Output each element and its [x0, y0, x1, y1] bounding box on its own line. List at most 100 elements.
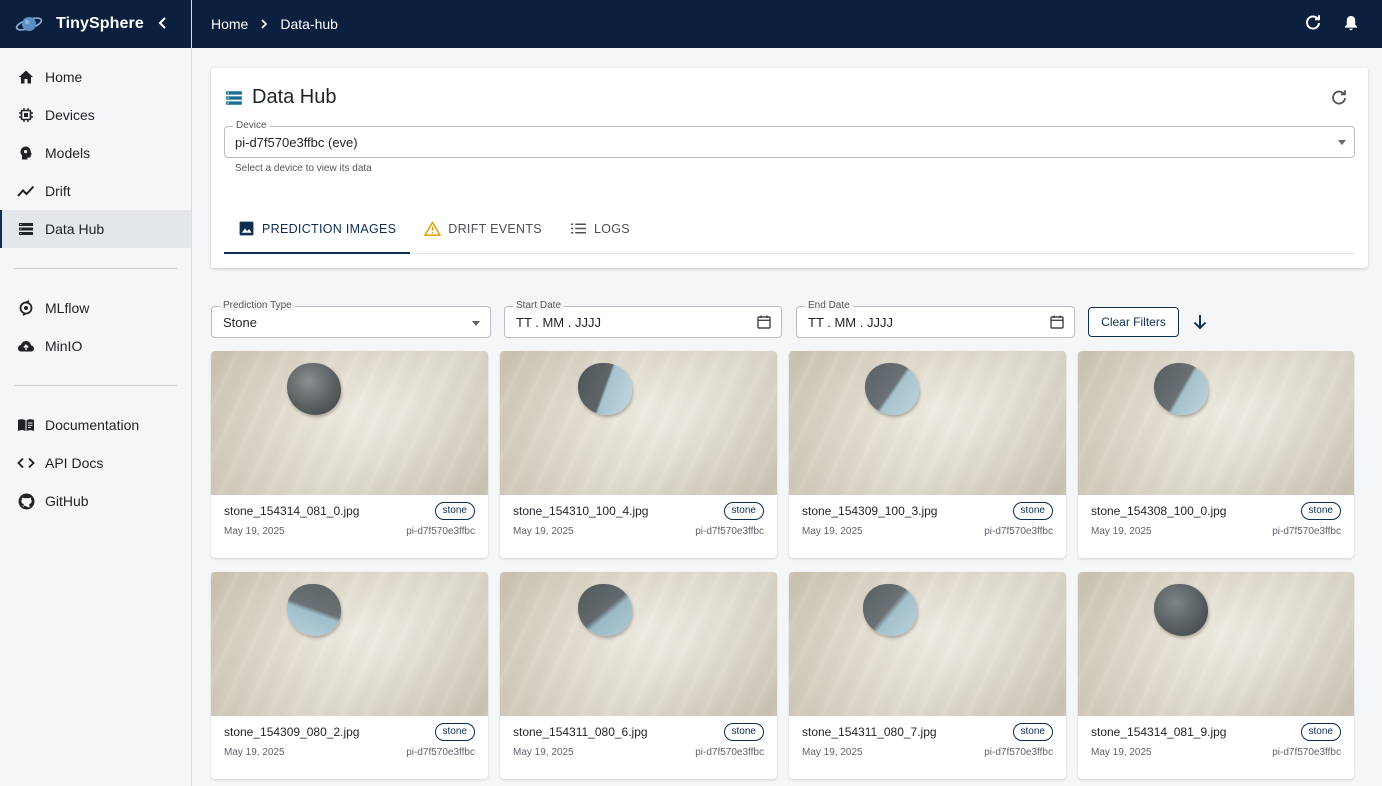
sidebar-item-mlflow[interactable]: MLflow [0, 289, 191, 327]
tab-label: DRIFT EVENTS [448, 221, 542, 236]
chip-icon [17, 106, 35, 124]
brand: TinySphere [0, 0, 191, 48]
calendar-icon[interactable] [1049, 314, 1065, 330]
nav-divider [14, 268, 177, 269]
arrow-down-icon[interactable] [1191, 313, 1209, 331]
head-icon [17, 144, 35, 162]
image-card[interactable]: stone_154311_080_6.jpg stone May 19, 202… [500, 572, 777, 779]
prediction-image [1078, 572, 1354, 716]
sidebar: TinySphere Home Devices Models Drift Dat… [0, 0, 192, 786]
image-card[interactable]: stone_154314_081_0.jpg stone May 19, 202… [211, 351, 488, 558]
sidebar-item-devices[interactable]: Devices [0, 96, 191, 134]
home-icon [17, 68, 35, 86]
sidebar-item-label: GitHub [45, 493, 89, 509]
refresh-icon[interactable] [1304, 14, 1322, 32]
book-icon [17, 416, 35, 434]
image-date: May 19, 2025 [224, 526, 285, 537]
image-date: May 19, 2025 [513, 747, 574, 758]
stone-shape [287, 363, 341, 415]
mlflow-icon [17, 299, 35, 317]
sidebar-item-github[interactable]: GitHub [0, 482, 191, 520]
class-badge: stone [723, 502, 764, 520]
image-date: May 19, 2025 [802, 526, 863, 537]
clear-filters-button[interactable]: Clear Filters [1088, 307, 1179, 337]
sidebar-item-data-hub[interactable]: Data Hub [0, 210, 191, 248]
image-device: pi-d7f570e3ffbc [984, 747, 1053, 758]
prediction-image [1078, 351, 1354, 495]
breadcrumb-current: Data-hub [280, 16, 338, 32]
sidebar-item-label: Data Hub [45, 221, 105, 237]
calendar-icon[interactable] [756, 314, 772, 330]
stone-shape [863, 584, 917, 636]
image-device: pi-d7f570e3ffbc [984, 526, 1053, 537]
image-filename: stone_154309_100_3.jpg [802, 504, 938, 518]
prediction-image [211, 351, 488, 495]
image-card[interactable]: stone_154311_080_7.jpg stone May 19, 202… [789, 572, 1066, 779]
stone-shape [1154, 363, 1208, 415]
prediction-type-select[interactable]: Prediction Type Stone [211, 300, 491, 338]
tab-logs[interactable]: LOGS [556, 204, 644, 253]
sidebar-item-api-docs[interactable]: API Docs [0, 444, 191, 482]
tab-prediction-images[interactable]: PREDICTION IMAGES [224, 204, 411, 254]
image-device: pi-d7f570e3ffbc [1272, 747, 1341, 758]
image-card[interactable]: stone_154310_100_4.jpg stone May 19, 202… [500, 351, 777, 558]
class-badge: stone [434, 723, 475, 741]
sidebar-item-models[interactable]: Models [0, 134, 191, 172]
breadcrumb: Home Data-hub [211, 16, 338, 32]
image-card[interactable]: stone_154309_080_2.jpg stone May 19, 202… [211, 572, 488, 779]
caret-down-icon [472, 321, 480, 326]
end-date-field[interactable]: End Date TT . MM . JJJJ [796, 300, 1075, 338]
breadcrumb-home[interactable]: Home [211, 16, 248, 32]
end-date-value: TT . MM . JJJJ [808, 315, 893, 330]
device-select-label: Device [233, 120, 270, 131]
image-grid: stone_154314_081_0.jpg stone May 19, 202… [211, 351, 1355, 779]
sidebar-item-label: Home [45, 69, 83, 85]
stone-shape [1154, 584, 1208, 636]
image-filename: stone_154314_081_9.jpg [1091, 725, 1227, 739]
image-card[interactable]: stone_154309_100_3.jpg stone May 19, 202… [789, 351, 1066, 558]
trend-icon [17, 182, 35, 200]
stone-shape [865, 363, 919, 415]
chevron-left-icon[interactable] [154, 14, 172, 32]
image-device: pi-d7f570e3ffbc [695, 747, 764, 758]
class-badge: stone [1300, 502, 1341, 520]
sidebar-item-drift[interactable]: Drift [0, 172, 191, 210]
image-date: May 19, 2025 [513, 526, 574, 537]
image-card[interactable]: stone_154308_100_0.jpg stone May 19, 202… [1078, 351, 1354, 558]
storage-icon [17, 220, 35, 238]
device-select-value: pi-d7f570e3ffbc (eve) [235, 135, 358, 150]
sidebar-item-label: Documentation [45, 417, 140, 433]
sidebar-item-label: Drift [45, 183, 71, 199]
storage-icon [226, 90, 242, 105]
links-nav: Documentation API Docs GitHub [0, 406, 191, 520]
device-select[interactable]: Device pi-d7f570e3ffbc (eve) [224, 120, 1355, 158]
image-date: May 19, 2025 [1091, 747, 1152, 758]
class-badge: stone [1012, 502, 1053, 520]
sidebar-item-label: Models [45, 145, 91, 161]
start-date-field[interactable]: Start Date TT . MM . JJJJ [504, 300, 782, 338]
page-title: Data Hub [225, 86, 337, 109]
refresh-icon[interactable] [1330, 89, 1348, 107]
image-card[interactable]: stone_154314_081_9.jpg stone May 19, 202… [1078, 572, 1354, 779]
class-badge: stone [434, 502, 475, 520]
tab-drift-events[interactable]: DRIFT EVENTS [410, 204, 556, 253]
chevron-right-icon [261, 19, 268, 29]
page-title-text: Data Hub [252, 86, 337, 108]
image-icon [238, 220, 255, 237]
class-badge: stone [723, 723, 764, 741]
sidebar-item-label: Devices [45, 107, 95, 123]
prediction-type-label: Prediction Type [220, 300, 295, 311]
image-filename: stone_154314_081_0.jpg [224, 504, 360, 518]
primary-nav: Home Devices Models Drift Data Hub [0, 48, 191, 248]
tab-label: LOGS [593, 221, 630, 236]
sidebar-item-label: MLflow [45, 300, 90, 316]
image-filename: stone_154311_080_6.jpg [513, 725, 648, 739]
sidebar-item-home[interactable]: Home [0, 58, 191, 96]
sidebar-item-documentation[interactable]: Documentation [0, 406, 191, 444]
bell-icon[interactable] [1342, 14, 1360, 32]
prediction-image [789, 351, 1066, 495]
start-date-value: TT . MM . JJJJ [516, 315, 601, 330]
list-icon [570, 220, 587, 237]
prediction-image [500, 572, 777, 716]
sidebar-item-minio[interactable]: MinIO [0, 327, 191, 365]
